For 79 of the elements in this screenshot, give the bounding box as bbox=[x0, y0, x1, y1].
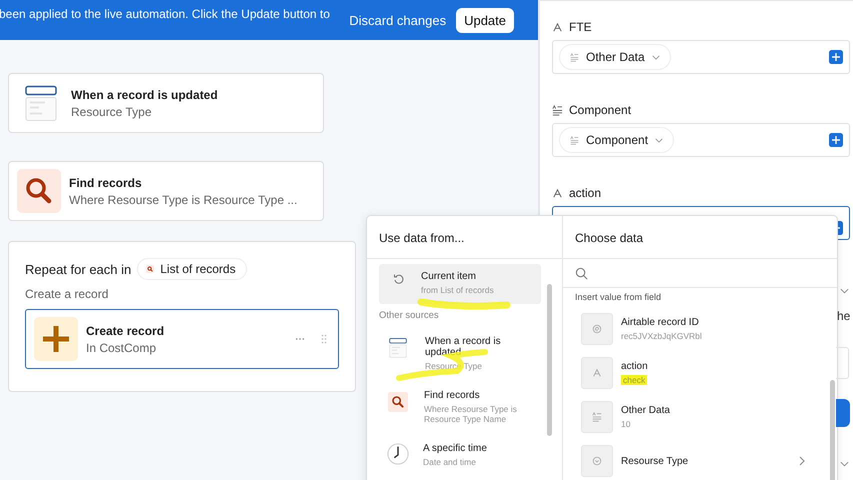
fingerprint-icon bbox=[592, 324, 602, 334]
dropdown-circle-icon bbox=[592, 456, 602, 466]
scrollbar[interactable] bbox=[830, 380, 835, 480]
discard-changes-button[interactable]: Discard changes bbox=[349, 12, 446, 28]
field-name: Resourse Type bbox=[621, 456, 690, 466]
input-field[interactable]: Other Data bbox=[552, 40, 850, 74]
token-label: Component bbox=[586, 133, 648, 147]
action-title: Create record bbox=[86, 324, 166, 338]
field-name: action bbox=[621, 361, 649, 372]
update-button[interactable]: Update bbox=[456, 8, 514, 32]
field-item[interactable]: action check bbox=[575, 351, 811, 395]
source-subtitle: Date and time bbox=[423, 457, 477, 467]
plus-icon[interactable] bbox=[829, 50, 843, 64]
step-subtitle: Where Resourse Type is Resource Type ... bbox=[69, 192, 298, 206]
record-form-icon bbox=[25, 84, 57, 122]
source-subtitle: from List of records bbox=[421, 285, 495, 295]
long-text-icon bbox=[592, 412, 602, 422]
source-title: When a record is updated bbox=[425, 336, 502, 358]
more-icon[interactable] bbox=[295, 337, 305, 341]
search-icon bbox=[575, 266, 588, 280]
chevron-down-icon bbox=[652, 54, 660, 60]
picker-heading: Use data from... bbox=[367, 216, 562, 259]
step-title: When a record is updated bbox=[71, 88, 218, 102]
long-text-icon bbox=[570, 52, 579, 62]
long-text-icon bbox=[552, 104, 563, 116]
scrollbar[interactable] bbox=[547, 284, 552, 436]
section-label: Insert value from field bbox=[575, 292, 662, 302]
step-subtitle: Resource Type bbox=[71, 104, 152, 118]
search-icon bbox=[388, 392, 408, 412]
partial-button[interactable] bbox=[836, 399, 850, 427]
source-title: Find records bbox=[424, 390, 481, 401]
refresh-icon bbox=[393, 273, 405, 285]
chevron-down-icon[interactable] bbox=[840, 461, 849, 467]
action-card[interactable]: Create record In CostComp bbox=[25, 309, 339, 369]
section-label: Other sources bbox=[379, 310, 440, 321]
chevron-down-icon[interactable] bbox=[840, 288, 849, 294]
field-token[interactable]: Component bbox=[559, 127, 674, 153]
list-token[interactable]: List of records bbox=[137, 258, 247, 280]
token-label: Other Data bbox=[586, 50, 645, 64]
source-title: Current item bbox=[421, 271, 478, 282]
action-subtitle: In CostComp bbox=[86, 340, 158, 354]
text-field-icon bbox=[552, 188, 563, 198]
field-name: Airtable record ID bbox=[621, 317, 700, 328]
text-field-icon bbox=[592, 368, 602, 378]
source-item[interactable]: A specific time Date and time bbox=[379, 436, 541, 475]
step-card[interactable]: When a record is updated Resource Type bbox=[8, 73, 324, 133]
long-text-icon bbox=[570, 136, 579, 144]
source-item[interactable]: Find records Where Resourse Type is Resource Type Name bbox=[379, 383, 541, 432]
plus-icon[interactable] bbox=[829, 133, 843, 147]
field-name: Other Data bbox=[621, 405, 671, 416]
source-item[interactable]: Current item from List of records bbox=[379, 264, 541, 304]
clock-icon bbox=[387, 443, 409, 465]
plus-icon bbox=[34, 317, 78, 361]
text-field-icon bbox=[552, 22, 563, 32]
repeat-caption: Create a record bbox=[25, 287, 110, 301]
search-icon bbox=[17, 169, 61, 213]
step-title: Find records bbox=[69, 176, 143, 190]
source-subtitle: Where Resourse Type is Resource Type Name bbox=[424, 404, 518, 424]
record-form-icon bbox=[389, 338, 407, 358]
field-value: rec5JVXzbJqKGVRbl bbox=[621, 331, 703, 341]
banner-message: been applied to the live automation. Click the Update button to bbox=[0, 7, 330, 21]
field-label: action bbox=[569, 186, 602, 200]
source-title: A specific time bbox=[423, 443, 488, 454]
field-item[interactable]: Airtable record ID rec5JVXzbJqKGVRbl bbox=[575, 307, 811, 351]
search-icon bbox=[146, 265, 154, 273]
step-card[interactable]: Find records Where Resourse Type is Resource Type ... bbox=[8, 161, 324, 221]
repeat-label: Repeat for each in bbox=[25, 262, 132, 276]
field-value: 10 bbox=[621, 419, 632, 429]
picker-heading: Choose data bbox=[563, 216, 837, 259]
field-label: FTE bbox=[569, 20, 592, 34]
field-item[interactable]: Other Data 10 bbox=[575, 395, 811, 439]
field-label: Component bbox=[569, 103, 632, 117]
partial-text: he bbox=[837, 309, 850, 323]
chevron-down-icon bbox=[655, 138, 664, 142]
field-token[interactable]: Other Data bbox=[559, 44, 671, 70]
field-value: check bbox=[621, 375, 648, 385]
input-field[interactable]: Component bbox=[552, 123, 850, 157]
field-item[interactable]: Resourse Type bbox=[575, 439, 811, 480]
drag-handle-icon[interactable] bbox=[321, 334, 327, 344]
